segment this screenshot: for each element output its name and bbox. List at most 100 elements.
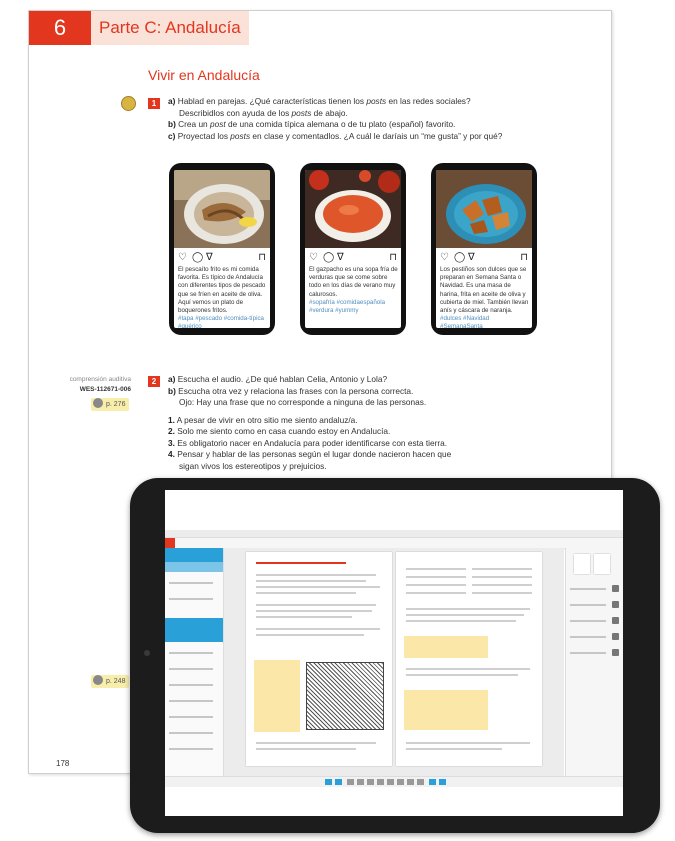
comment-icon[interactable]: ◯ xyxy=(323,252,334,264)
panel-button[interactable] xyxy=(612,617,619,624)
document-viewer[interactable] xyxy=(224,548,564,776)
page-thumbnail[interactable] xyxy=(594,554,610,574)
like-icon[interactable]: ♡ xyxy=(440,252,449,264)
tool-button[interactable] xyxy=(397,779,404,785)
sidebar-item[interactable] xyxy=(169,668,213,670)
pair-work-icon xyxy=(121,96,136,111)
post-1-caption: El pescaíto frito es mi comida favorita.… xyxy=(178,266,267,328)
side-label-listening: comprensión auditiva xyxy=(69,376,131,383)
tool-button[interactable] xyxy=(439,779,446,785)
page-reference-276-text: p. 276 xyxy=(106,401,126,408)
ex2-item-3-num: 3. xyxy=(168,437,175,448)
sidebar-item[interactable] xyxy=(169,732,213,734)
sidebar-header[interactable] xyxy=(165,548,223,562)
viewer-highlight-box xyxy=(254,660,300,732)
pestinos-photo xyxy=(436,170,532,248)
panel-button[interactable] xyxy=(612,601,619,608)
sidebar-item[interactable] xyxy=(169,684,213,686)
social-post-pestinos: ♡ ◯ ∇ ⊓ Los pestiños son dulces que se p… xyxy=(431,163,537,335)
ex1-b-post: post xyxy=(209,119,226,129)
camera-dot xyxy=(144,650,150,656)
app-sidebar xyxy=(165,548,224,776)
ex1-b-label: b) xyxy=(168,119,176,129)
ex1-c-text-end: en clase y comentadlos. ¿A cuál le daría… xyxy=(250,130,503,141)
bookmark-icon[interactable]: ⊓ xyxy=(258,252,266,264)
panel-button[interactable] xyxy=(612,633,619,640)
share-icon[interactable]: ∇ xyxy=(468,252,475,264)
ex1-a-label: a) xyxy=(168,96,176,106)
viewer-right-page xyxy=(396,552,542,766)
ex1-b-text-end: de una comida típica alemana o de tu pla… xyxy=(225,119,456,129)
sidebar-item-active[interactable] xyxy=(165,618,223,642)
comment-icon[interactable]: ◯ xyxy=(454,252,465,264)
ex2-item-2-num: 2. xyxy=(168,426,175,436)
ex1-a-text: Hablad en parejas. ¿Qué características … xyxy=(177,96,367,106)
sidebar-subheader[interactable] xyxy=(165,562,223,572)
ex1-a-text-line2: Describidlos con ayuda de los xyxy=(179,107,292,118)
ex2-item-2-text: Solo me siento como en casa cuando estoy… xyxy=(177,426,391,436)
ex2-item-1-num: 1. xyxy=(168,414,175,425)
ex2-item-4-text-cont: sigan vivos los estereotipos y prejuicio… xyxy=(179,460,327,471)
panel-button[interactable] xyxy=(612,585,619,592)
tool-button[interactable] xyxy=(357,779,364,785)
bookmark-icon[interactable]: ⊓ xyxy=(389,252,397,264)
ex1-b-text: Crea un xyxy=(178,119,210,129)
page-reference-276[interactable]: p. 276 xyxy=(91,398,130,411)
viewer-highlight-box xyxy=(404,636,488,658)
tool-button[interactable] xyxy=(429,779,436,785)
ex2-item-1-text: A pesar de vivir en otro sitio me siento… xyxy=(176,414,358,425)
ex1-c-text: Proyectad los xyxy=(177,130,231,141)
tool-button[interactable] xyxy=(367,779,374,785)
ex2-item-3-text: Es obligatorio nacer en Andalucía para p… xyxy=(177,437,448,448)
ex1-a-text-line2-end: de abajo. xyxy=(311,107,348,118)
tool-button[interactable] xyxy=(407,779,414,785)
ex1-c-label: c) xyxy=(168,130,176,141)
post-2-hashtags: #sopafría #comidaespañola #verdura #yumm… xyxy=(309,298,386,315)
sidebar-item[interactable] xyxy=(169,598,213,600)
section-title: Vivir en Andalucía xyxy=(148,67,260,83)
ex2-a-label: a) xyxy=(168,374,176,384)
page-number: 178 xyxy=(56,759,70,768)
share-icon[interactable]: ∇ xyxy=(337,252,344,264)
tool-button[interactable] xyxy=(347,779,354,785)
post-2-icons: ♡ ◯ ∇ ⊓ xyxy=(309,252,397,264)
page-thumbnail[interactable] xyxy=(574,554,590,574)
fried-fish-photo xyxy=(174,170,270,248)
ex2-b-text: Escucha otra vez y relaciona las frases … xyxy=(178,385,414,396)
tablet-device xyxy=(130,478,660,833)
tool-button[interactable] xyxy=(377,779,384,785)
panel-button[interactable] xyxy=(612,649,619,656)
exercise-2-number: 2 xyxy=(148,376,160,387)
ex2-note: Ojo: Hay una frase que no corresponde a … xyxy=(179,397,427,407)
post-2-text: El gazpacho es una sopa fría de verduras… xyxy=(309,266,398,298)
side-code: WES-112671-006 xyxy=(79,386,131,393)
post-1-icons: ♡ ◯ ∇ ⊓ xyxy=(178,252,266,264)
sidebar-item[interactable] xyxy=(169,716,213,718)
tool-button[interactable] xyxy=(387,779,394,785)
like-icon[interactable]: ♡ xyxy=(309,252,318,264)
page-reference-248-text: p. 248 xyxy=(106,678,126,685)
post-3-text: Los pestiños son dulces que se preparan … xyxy=(440,266,529,315)
post-3-caption: Los pestiños son dulces que se preparan … xyxy=(440,266,529,328)
browser-toolbar xyxy=(165,530,623,538)
post-1-hashtags: #tapa #pescado #comida-típica #quérico xyxy=(178,315,264,328)
tool-button[interactable] xyxy=(335,779,342,785)
comment-icon[interactable]: ◯ xyxy=(192,252,203,264)
page-reference-248[interactable]: p. 248 xyxy=(91,675,130,688)
like-icon[interactable]: ♡ xyxy=(178,252,187,264)
sidebar-item[interactable] xyxy=(169,748,213,750)
post-3-hashtags: #dulces #Navidad #SemanaSanta xyxy=(440,315,490,328)
social-post-gazpacho: ♡ ◯ ∇ ⊓ El gazpacho es una sopa fría de … xyxy=(300,163,406,335)
sidebar-item[interactable] xyxy=(169,652,213,654)
post-1-text: El pescaíto frito es mi comida favorita.… xyxy=(178,266,266,315)
sidebar-item[interactable] xyxy=(169,700,213,702)
ex2-item-4-text: Pensar y hablar de las personas según el… xyxy=(177,449,452,459)
share-icon[interactable]: ∇ xyxy=(206,252,213,264)
bookmark-icon[interactable]: ⊓ xyxy=(520,252,528,264)
sidebar-item[interactable] xyxy=(169,582,213,584)
tool-button[interactable] xyxy=(417,779,424,785)
tool-button[interactable] xyxy=(325,779,332,785)
post-3-icons: ♡ ◯ ∇ ⊓ xyxy=(440,252,528,264)
social-post-pescaito: ♡ ◯ ∇ ⊓ El pescaíto frito es mi comida f… xyxy=(169,163,275,335)
app-right-panel xyxy=(565,548,623,776)
